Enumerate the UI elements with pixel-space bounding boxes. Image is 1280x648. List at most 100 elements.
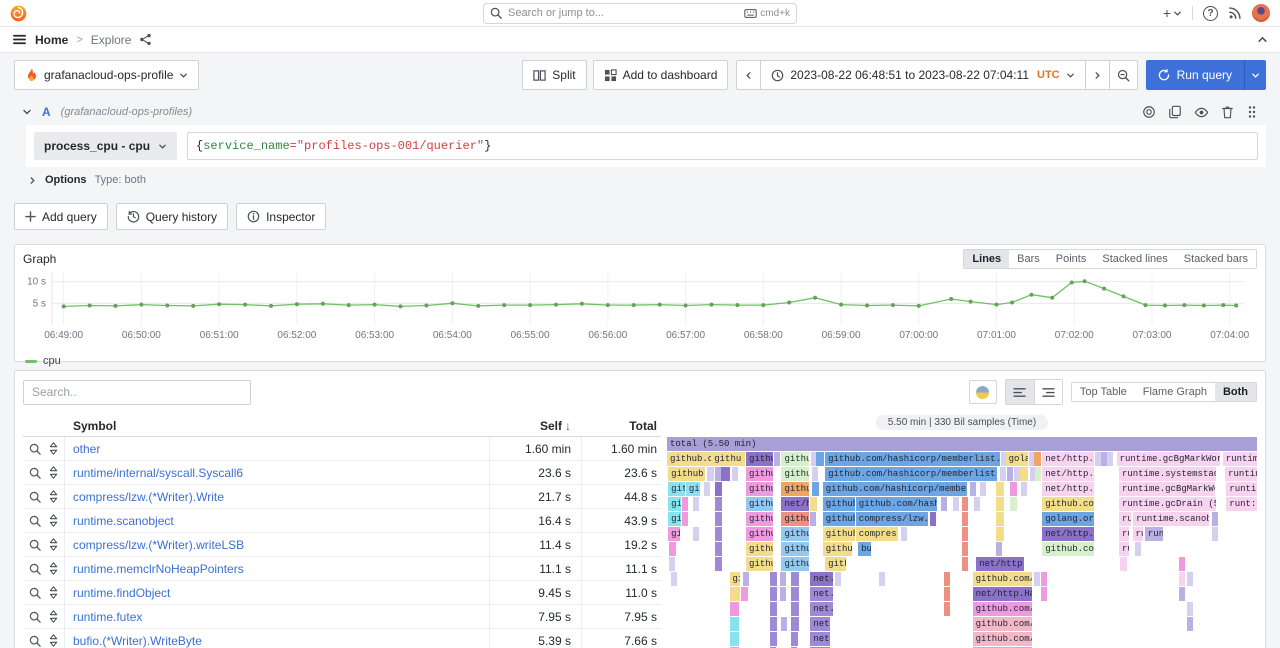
flame-segment[interactable]: githu <box>746 482 773 496</box>
symbol-link[interactable]: runtime.findObject <box>73 586 170 600</box>
flame-segment-thin[interactable] <box>704 482 710 496</box>
flame-segment-thin[interactable] <box>944 572 950 586</box>
flame-segment-thin[interactable] <box>730 632 739 646</box>
flame-segment-thin[interactable] <box>791 632 798 646</box>
flame-segment-thin[interactable] <box>682 512 688 526</box>
symbol-link[interactable]: runtime.futex <box>73 610 142 624</box>
flame-segment-thin[interactable] <box>996 512 1004 526</box>
search-symbol-icon[interactable] <box>29 635 41 647</box>
new-menu-button[interactable]: + <box>1163 5 1182 21</box>
symbol-link[interactable]: compress/lzw.(*Writer).Write <box>73 490 224 504</box>
align-right-button[interactable] <box>1034 380 1062 404</box>
flame-segment-thin[interactable] <box>962 542 968 556</box>
column-header-symbol[interactable]: Symbol <box>65 415 489 436</box>
remove-query-trash-icon[interactable] <box>1221 105 1234 119</box>
column-header-total[interactable]: Total <box>581 415 661 436</box>
flame-segment[interactable]: runtime.systemstack ( <box>1119 467 1216 481</box>
color-scheme-toggle-button[interactable] <box>969 380 997 404</box>
flame-segment-thin[interactable] <box>743 572 749 586</box>
flame-segment-thin[interactable] <box>1041 572 1047 586</box>
flame-segment[interactable]: githu <box>781 512 808 526</box>
breadcrumb-home[interactable]: Home <box>35 33 68 47</box>
flame-segment[interactable]: compres <box>856 527 898 541</box>
flame-segment-thin[interactable] <box>730 602 739 616</box>
flame-segment[interactable]: git <box>668 527 680 541</box>
flame-segment-thin[interactable] <box>669 557 675 571</box>
flame-segment[interactable]: rur <box>1119 542 1129 556</box>
run-query-button[interactable]: Run query <box>1146 60 1266 90</box>
flame-segment[interactable]: githu <box>781 482 808 496</box>
flame-segment[interactable]: net/http.Han <box>1042 527 1094 541</box>
flame-segment[interactable]: github.com/hashicorp/memberlist.(* <box>825 452 1000 466</box>
flame-segment-thin[interactable] <box>816 452 824 466</box>
flame-segment-thin[interactable] <box>780 587 786 601</box>
split-button[interactable]: Split <box>522 60 586 90</box>
flame-segment[interactable]: githu <box>746 467 773 481</box>
flame-view-flame-graph[interactable]: Flame Graph <box>1135 383 1215 401</box>
flame-segment-thin[interactable] <box>671 572 677 586</box>
sandwich-view-icon[interactable] <box>48 634 59 647</box>
query-ref-id[interactable]: A <box>42 105 51 119</box>
flame-segment[interactable]: githu <box>711 452 745 466</box>
flame-segment[interactable]: compress/lzw.(*W <box>856 512 928 526</box>
share-button[interactable] <box>139 33 152 46</box>
flame-segment[interactable]: net.(* <box>810 602 832 616</box>
flame-segment-thin[interactable] <box>901 527 907 541</box>
run-query-options-caret[interactable] <box>1244 60 1266 90</box>
flame-segment-thin[interactable] <box>770 602 777 616</box>
flame-segment-thin[interactable] <box>970 482 976 496</box>
query-history-button[interactable]: Query history <box>116 203 228 230</box>
flame-segment[interactable]: rur <box>1119 527 1129 541</box>
flame-segment-thin[interactable] <box>996 542 1002 556</box>
flame-view-both[interactable]: Both <box>1215 383 1256 401</box>
flame-segment-thin[interactable] <box>780 572 786 586</box>
flame-segment[interactable]: gi <box>730 572 741 586</box>
flame-segment[interactable]: git <box>686 482 700 496</box>
flame-segment-thin[interactable] <box>944 587 950 601</box>
flame-segment-thin[interactable] <box>1187 572 1193 586</box>
flame-segment[interactable]: git <box>668 512 681 526</box>
symbol-link[interactable]: bufio.(*Writer).WriteByte <box>73 634 202 648</box>
query-hint-circle-icon[interactable] <box>1142 105 1156 119</box>
flame-segment-thin[interactable] <box>770 587 777 601</box>
flame-segment[interactable]: net/http.Han <box>1042 482 1094 496</box>
flame-segment-thin[interactable] <box>715 557 722 571</box>
flame-segment-thin[interactable] <box>1010 482 1016 496</box>
graph-mode-stacked-lines[interactable]: Stacked lines <box>1094 250 1175 268</box>
flame-segment[interactable]: githu <box>781 527 808 541</box>
flame-segment[interactable]: net/http.(*c <box>1042 452 1094 466</box>
search-symbol-icon[interactable] <box>29 467 41 479</box>
flame-segment[interactable]: github.com/g <box>973 572 1032 586</box>
flame-segment-thin[interactable] <box>1034 572 1040 586</box>
flame-segment-thin[interactable] <box>996 482 1004 496</box>
sandwich-view-icon[interactable] <box>48 490 59 503</box>
flame-segment[interactable]: github.cc <box>823 512 855 526</box>
breadcrumb-explore[interactable]: Explore <box>91 33 132 47</box>
flame-segment-thin[interactable] <box>732 467 738 481</box>
flame-segment[interactable]: runtin <box>1226 482 1257 496</box>
zoom-out-button[interactable] <box>1109 60 1138 90</box>
flame-segment[interactable]: githu <box>746 527 773 541</box>
search-symbol-icon[interactable] <box>29 491 41 503</box>
flame-segment-thin[interactable] <box>930 512 936 526</box>
sandwich-view-icon[interactable] <box>48 586 59 599</box>
grafana-logo[interactable] <box>10 5 27 22</box>
flame-segment[interactable]: total (5.50 min) <box>667 437 1257 451</box>
flame-segment-thin[interactable] <box>810 497 818 511</box>
flame-segment[interactable]: githu <box>746 542 773 556</box>
graph-mode-stacked-bars[interactable]: Stacked bars <box>1176 250 1256 268</box>
flame-segment-thin[interactable] <box>1135 542 1141 556</box>
flame-segment-thin[interactable] <box>1021 482 1027 496</box>
flame-segment-thin[interactable] <box>1010 497 1016 511</box>
flame-segment[interactable]: github.cc <box>823 497 855 511</box>
flame-segment-thin[interactable] <box>1179 587 1185 601</box>
flame-segment-thin[interactable] <box>715 527 722 541</box>
flame-segment[interactable]: git <box>668 497 681 511</box>
drag-handle-icon[interactable] <box>1246 105 1258 119</box>
flame-segment-thin[interactable] <box>1007 467 1013 481</box>
flame-segment-thin[interactable] <box>715 482 722 496</box>
flame-segment[interactable]: gola <box>1006 452 1028 466</box>
flame-segment[interactable]: run <box>1133 527 1143 541</box>
flame-segment-thin[interactable] <box>974 497 980 511</box>
flame-segment-thin[interactable] <box>693 527 699 541</box>
